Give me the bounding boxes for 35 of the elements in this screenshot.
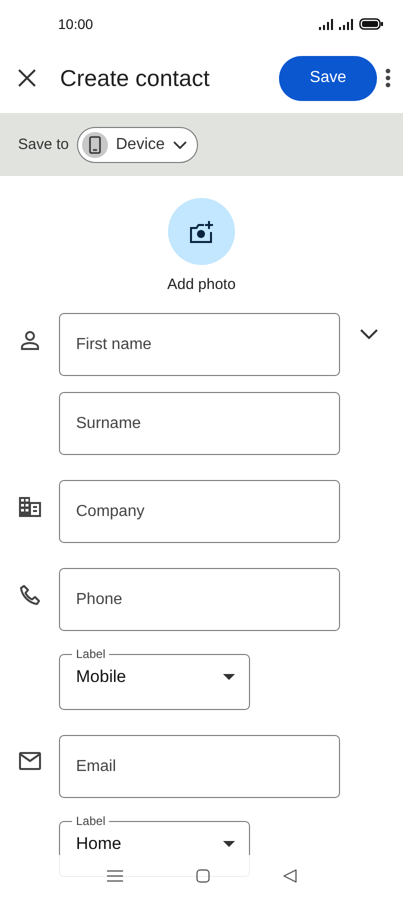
caret-icon [223, 841, 235, 847]
chevron-down-icon [360, 329, 378, 339]
signal-icon [319, 18, 333, 30]
screen-title: Create contact [60, 64, 211, 92]
label-dropdown[interactable]: Label Mobile [59, 647, 250, 710]
dropdown-value: Mobile [76, 667, 126, 687]
close-icon[interactable] [18, 69, 36, 87]
signal-icon [339, 18, 353, 30]
camera-plus-icon [188, 220, 214, 242]
menu-icon[interactable] [106, 870, 122, 882]
input-field[interactable]: Surname [59, 392, 340, 455]
building-icon [18, 496, 42, 518]
input-field[interactable]: Email [59, 735, 340, 798]
save-button[interactable]: Save [279, 56, 377, 100]
more-options-icon[interactable] [385, 68, 391, 88]
home-icon[interactable] [196, 868, 210, 882]
smartphone-icon [88, 136, 101, 154]
dropdown-value: Home [76, 834, 122, 854]
email-icon [18, 751, 42, 771]
expand-button[interactable] [360, 329, 378, 339]
add-photo-label: Add photo [167, 276, 236, 293]
account-chip[interactable]: Device [76, 126, 198, 162]
battery-icon [359, 18, 383, 30]
caret-icon [223, 674, 235, 680]
input-field[interactable]: Phone [59, 568, 340, 631]
back-icon[interactable] [282, 868, 296, 882]
input-field[interactable]: Company [59, 480, 340, 543]
chevron-down-icon [172, 140, 187, 148]
input-field[interactable]: First name [59, 313, 340, 376]
clock-time: 10:00 [58, 16, 94, 32]
person-icon [18, 329, 40, 351]
field-label: Label [75, 814, 106, 828]
field-label: Label [75, 647, 106, 661]
save-to-label: Save to [18, 136, 69, 153]
phone-icon [18, 584, 40, 606]
